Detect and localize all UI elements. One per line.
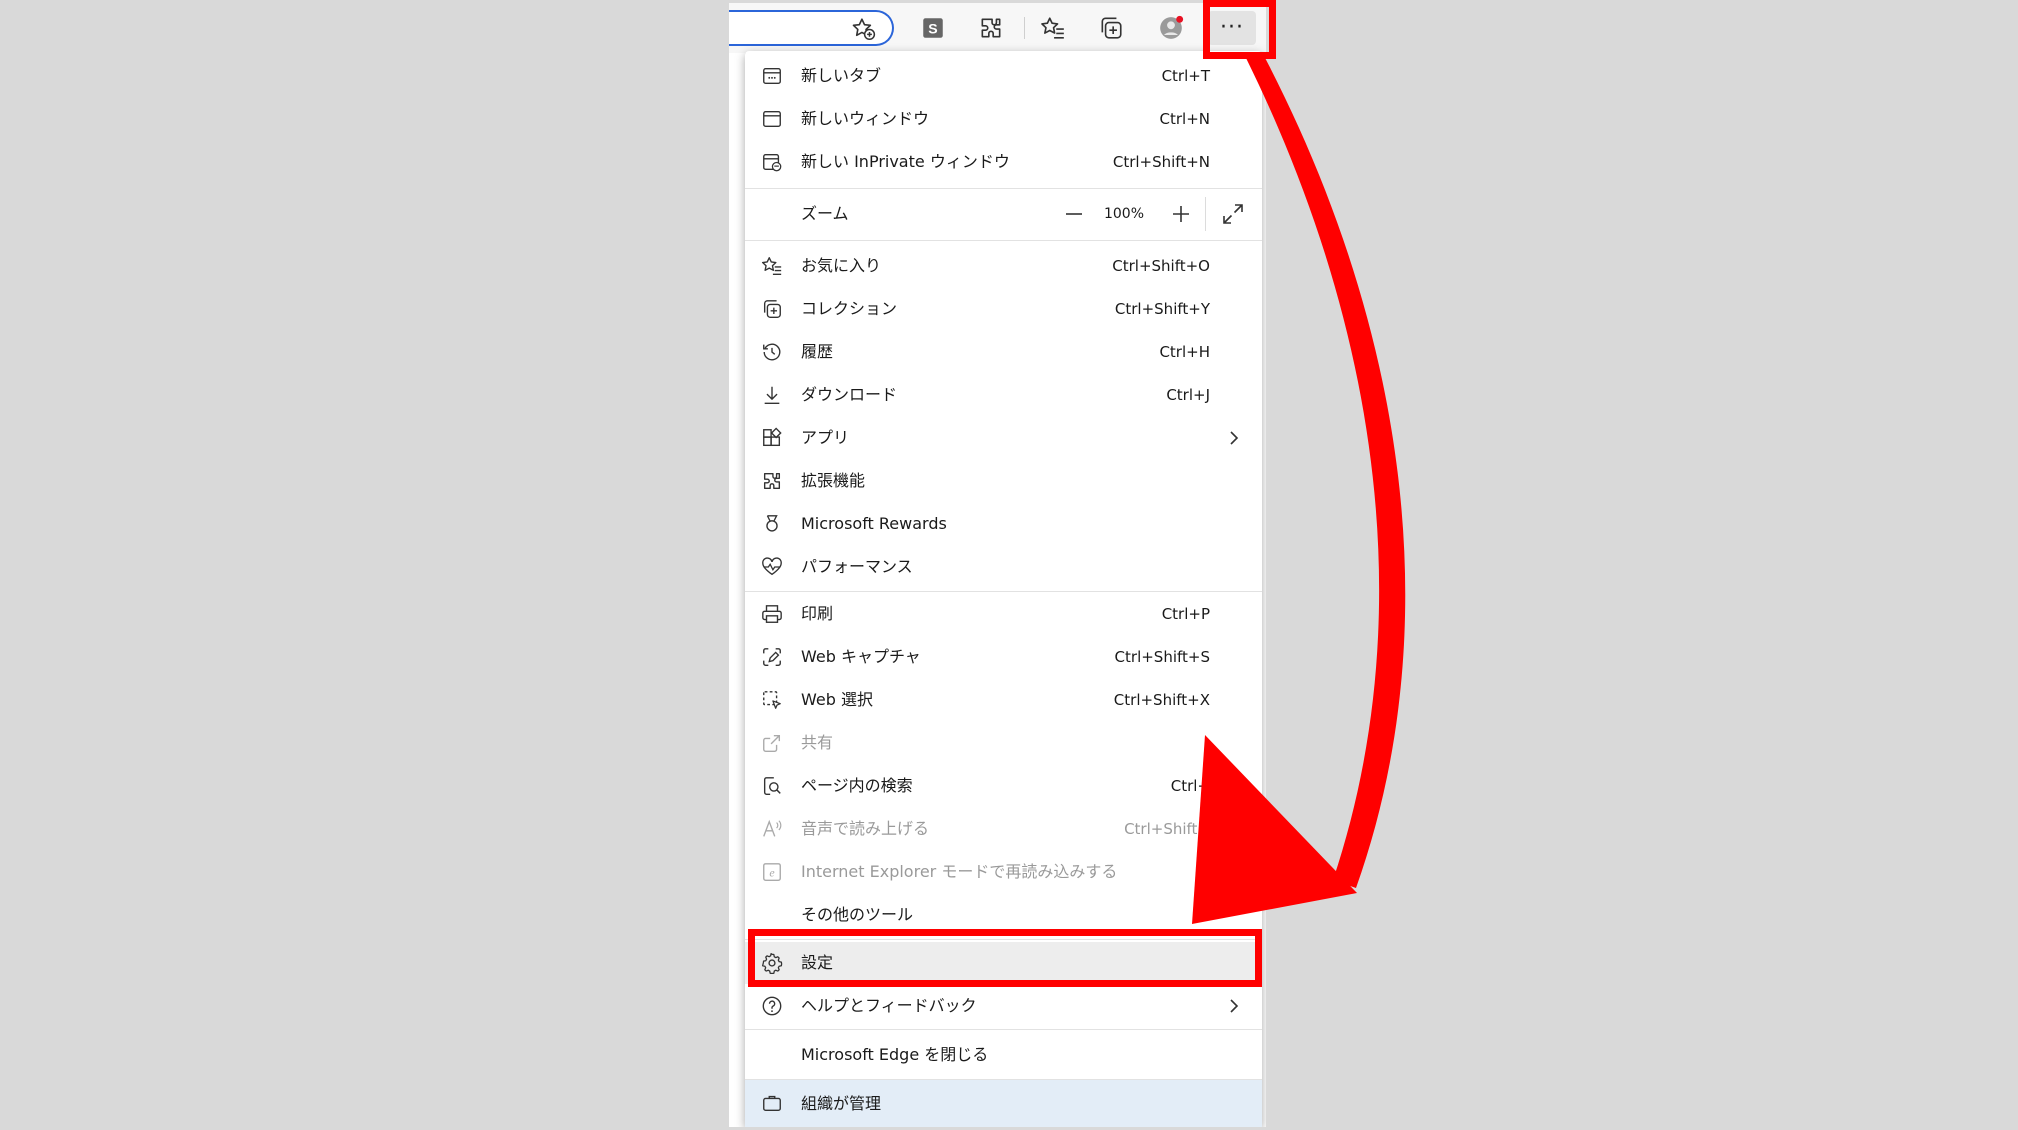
red-arrow-annotation bbox=[1192, 52, 1406, 924]
